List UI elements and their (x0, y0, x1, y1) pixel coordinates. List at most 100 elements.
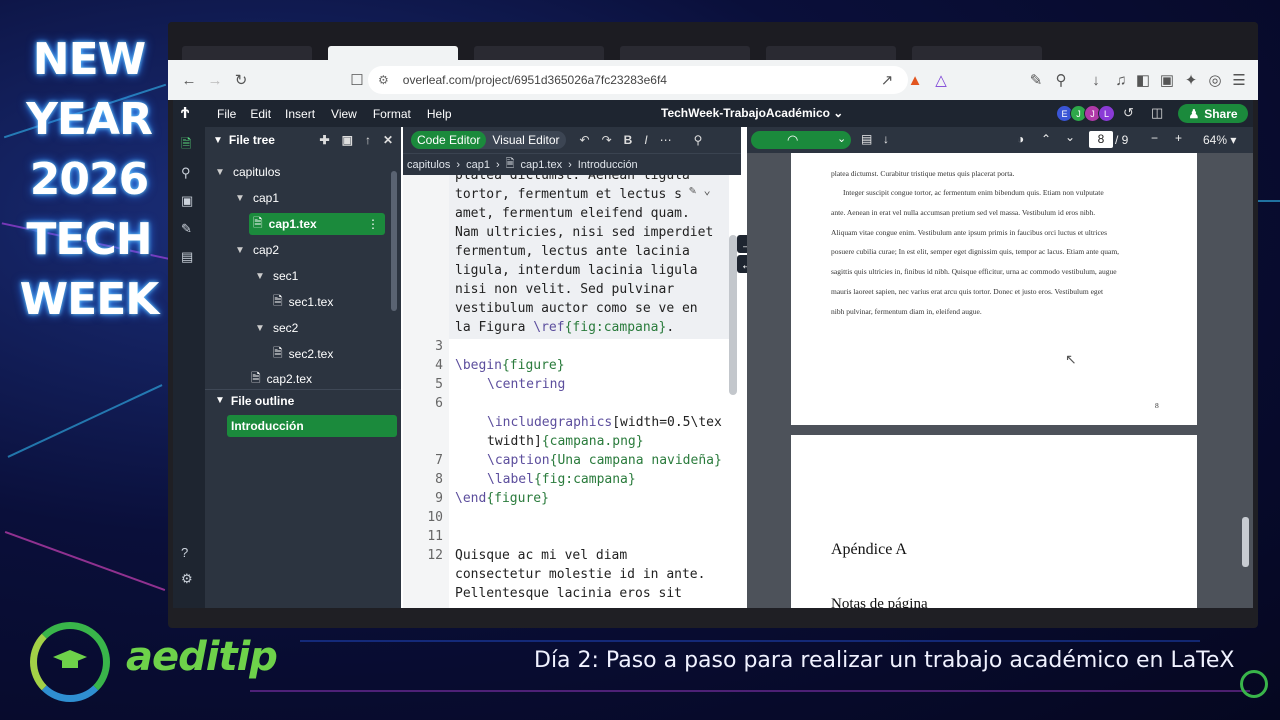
latex-command: \caption (487, 453, 550, 468)
code-editor-tab[interactable]: Code Editor (411, 131, 487, 149)
code-line: vestibulum auctor como se ve en (455, 301, 698, 316)
latex-option: [width=0.5\tex (612, 415, 722, 430)
menu-help[interactable]: Help (427, 107, 452, 121)
latex-command: \begin (455, 358, 502, 373)
tree-file-sec1-tex[interactable]: 🗎 sec1.tex (273, 291, 333, 313)
zoom-level[interactable]: 64% ▾ (1203, 133, 1236, 147)
help-icon[interactable]: ? (181, 545, 188, 560)
file-tree-icon[interactable]: 🗎 (181, 135, 191, 157)
breadcrumb-item[interactable]: Introducción (578, 159, 638, 171)
collaborators: E J J L (1056, 105, 1115, 122)
menu-file[interactable]: File (217, 107, 236, 121)
history-icon[interactable]: ↺ (1123, 105, 1134, 121)
brave-shield-icon[interactable]: ▲ (902, 67, 928, 93)
tree-item-label: sec1 (273, 269, 299, 283)
bookmark-icon[interactable]: ☐ (344, 67, 370, 93)
project-title[interactable]: TechWeek-TrabajoAcadémico ⌄ (661, 106, 843, 120)
recompile-button[interactable]: ◠ ⌄ (751, 131, 851, 149)
breadcrumb-item[interactable]: cap1 (466, 159, 490, 171)
share-page-icon[interactable]: ↗ (874, 67, 900, 93)
tree-folder-cap2[interactable]: ▼ cap2 (235, 239, 279, 261)
vpn-icon[interactable]: ◎ (1202, 67, 1228, 93)
pencil-icon[interactable]: ✎ ⌄ (689, 183, 711, 197)
wallet-icon[interactable]: ▣ (1154, 67, 1180, 93)
search-icon[interactable]: ⚲ (181, 165, 191, 181)
ai-icon[interactable]: ✦ (1178, 67, 1204, 93)
next-page-icon[interactable]: ⌄ (1065, 130, 1075, 144)
search-icon[interactable]: ⚲ (694, 133, 703, 147)
breadcrumb-item[interactable]: capitulos (407, 159, 450, 171)
logs-icon[interactable]: ▤ (861, 132, 872, 146)
avatar[interactable]: L (1098, 105, 1115, 122)
code-area[interactable]: platea dictumst. Aenean ligula tortor, f… (403, 175, 741, 608)
breadcrumb-item[interactable]: cap1.tex (520, 159, 562, 171)
tree-file-cap1-tex[interactable]: 🗎 cap1.tex ⋮ (249, 213, 385, 235)
layout-icon[interactable]: ◫ (1151, 105, 1163, 121)
latex-command: \ref (533, 320, 565, 335)
more-options-icon[interactable]: ⋮ (367, 217, 379, 231)
file-outline-header[interactable]: ▼ File outline (205, 389, 401, 411)
integrations-icon[interactable]: ▣ (181, 193, 193, 209)
zoom-in-icon[interactable]: + (1175, 131, 1182, 145)
collapse-icon[interactable]: ▼ (213, 135, 223, 146)
review-icon[interactable]: ✎ (181, 221, 192, 237)
close-icon[interactable]: ✕ (383, 133, 393, 147)
more-icon[interactable]: ⋯ (660, 133, 672, 147)
zoom-out-icon[interactable]: − (1151, 131, 1158, 145)
chevron-down-icon: ▼ (215, 395, 225, 406)
pdf-line: ante. Aenean in erat vel nulla accumsan … (831, 208, 1096, 217)
pdf-page[interactable]: platea dictumst. Curabitur tristique met… (791, 153, 1197, 425)
menu-icon[interactable]: ☰ (1226, 67, 1252, 93)
editor-scrollbar[interactable] (729, 235, 737, 395)
overleaf-logo-icon[interactable]: Ϯ (181, 105, 197, 122)
chat-icon[interactable]: ▤ (181, 249, 193, 265)
tree-file-sec2-tex[interactable]: 🗎 sec2.tex (273, 343, 333, 365)
reload-icon[interactable]: ↻ (228, 67, 254, 93)
tree-folder-cap1[interactable]: ▼ cap1 (235, 187, 279, 209)
address-bar[interactable]: ⚙ overleaf.com/project/6951d365026a7fc23… (368, 66, 908, 94)
settings-gear-icon[interactable]: ⚙ (181, 571, 193, 587)
tab-search-icon[interactable]: ⚲ (1048, 67, 1074, 93)
overleaf-app: Ϯ File Edit Insert View Format Help Tech… (173, 100, 1253, 608)
browser-window: ← → ↻ ☐ ⚙ overleaf.com/project/6951d3650… (168, 22, 1258, 628)
site-info-icon[interactable]: ⚙ (378, 73, 389, 87)
chevron-down-icon[interactable]: ⌄ (837, 132, 846, 145)
previous-page-icon[interactable]: ⌃ (1041, 132, 1051, 146)
tree-folder-sec2[interactable]: ▼ sec2 (255, 317, 298, 339)
download-icon[interactable]: ↓ (1083, 67, 1109, 93)
pdf-scrollbar[interactable] (1242, 517, 1249, 567)
chevron-down-icon: ▼ (255, 270, 265, 282)
back-icon[interactable]: ← (176, 67, 202, 93)
line-number: 11 (427, 529, 443, 544)
outline-item-introduccion[interactable]: Introducción (227, 415, 397, 437)
upload-icon[interactable]: ↑ (365, 133, 371, 147)
bold-icon[interactable]: B (624, 133, 633, 147)
brand-logo: aeditip (30, 620, 278, 704)
new-file-icon[interactable]: ✚ (320, 133, 330, 147)
pdf-line: nibh pulvinar, fermentum diam in, eleife… (831, 307, 982, 316)
menu-edit[interactable]: Edit (250, 107, 271, 121)
visual-editor-tab[interactable]: Visual Editor (486, 131, 565, 149)
contrast-icon[interactable]: ◑ (1017, 132, 1024, 146)
pdf-page[interactable]: Apéndice A Notas de página (791, 435, 1197, 608)
tree-folder-sec1[interactable]: ▼ sec1 (255, 265, 298, 287)
tree-file-cap2-tex[interactable]: 🗎 cap2.tex (251, 368, 312, 390)
redo-icon[interactable]: ↷ (602, 133, 612, 147)
italic-icon[interactable]: I (644, 133, 647, 147)
menu-format[interactable]: Format (373, 107, 411, 121)
tree-folder-capitulos[interactable]: ▼ capitulos (215, 161, 280, 183)
new-folder-icon[interactable]: ▣ (342, 133, 353, 147)
sidebar-icon[interactable]: ◧ (1130, 67, 1156, 93)
download-pdf-icon[interactable]: ↓ (883, 132, 889, 146)
menu-view[interactable]: View (331, 107, 357, 121)
share-button[interactable]: ♟ Share (1178, 104, 1248, 123)
file-tree-scrollbar[interactable] (391, 171, 397, 311)
extensions-icon[interactable]: ✎ (1023, 67, 1049, 93)
tree-item-label: cap2.tex (266, 372, 313, 386)
forward-icon[interactable]: → (202, 67, 228, 93)
page-number-input[interactable]: 8 (1089, 131, 1113, 148)
undo-icon[interactable]: ↶ (580, 133, 590, 147)
code-editor-panel: Code Editor Visual Editor ↶ ↷ B I ⋯ ⚲ ca… (403, 127, 741, 608)
rewards-icon[interactable]: △ (928, 67, 954, 93)
menu-insert[interactable]: Insert (285, 107, 315, 121)
